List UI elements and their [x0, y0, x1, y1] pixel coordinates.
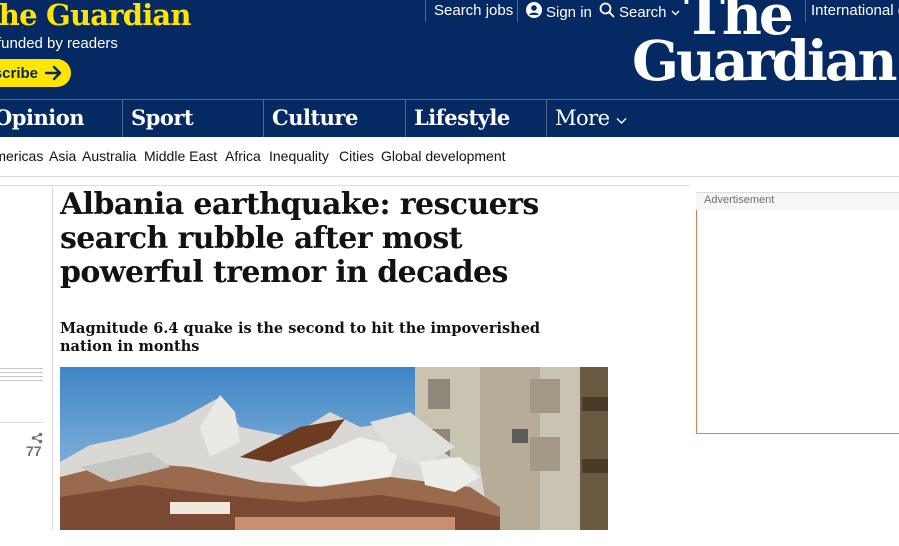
- search-jobs-link[interactable]: Search jobs: [434, 2, 513, 19]
- guardian-logo[interactable]: The Guardian: [632, 0, 898, 93]
- logo-line-2: Guardian: [632, 28, 898, 93]
- subnav-item-africa[interactable]: Africa: [225, 148, 261, 164]
- page-bottom: [0, 530, 899, 546]
- article-main-image[interactable]: [60, 367, 608, 530]
- support-subtitle: funded by readers: [0, 35, 118, 52]
- sign-in-link[interactable]: Sign in: [526, 2, 592, 22]
- search-jobs-label: Search jobs: [434, 2, 514, 19]
- pillar-culture[interactable]: Culture: [272, 100, 358, 138]
- subnav-item-americas[interactable]: Americas: [0, 148, 43, 164]
- subnav-item-global-development[interactable]: Global development: [381, 148, 506, 164]
- sign-in-label: Sign in: [546, 3, 592, 21]
- pillar-lifestyle[interactable]: Lifestyle: [414, 100, 510, 138]
- pillar-divider: [122, 100, 123, 138]
- more-label: More: [555, 106, 610, 130]
- subnav-item-asia[interactable]: Asia: [49, 148, 76, 164]
- subnav-item-cities[interactable]: Cities: [339, 148, 374, 164]
- support-title: The Guardian: [0, 0, 192, 32]
- section-subnav: Americas Asia Australia Middle East Afri…: [0, 137, 899, 175]
- user-icon: [526, 2, 542, 22]
- divider: [0, 422, 43, 423]
- subnav-item-middle-east[interactable]: Middle East: [144, 148, 217, 164]
- divider: [0, 185, 690, 186]
- advertisement-label: Advertisement: [704, 194, 775, 206]
- pillar-divider: [405, 100, 406, 138]
- column-divider: [52, 186, 53, 530]
- more-menu[interactable]: More: [555, 100, 627, 138]
- arrow-right-icon: [43, 62, 65, 84]
- article-standfirst: Magnitude 6.4 quake is the second to hit…: [60, 320, 541, 355]
- pillar-opinion[interactable]: Opinion: [0, 100, 84, 138]
- subnav-item-australia[interactable]: Australia: [82, 148, 136, 164]
- chevron-down-icon: [616, 106, 627, 130]
- pillar-sport[interactable]: Sport: [131, 100, 194, 138]
- toplink-divider: [425, 0, 426, 22]
- share-count: 77: [26, 443, 42, 459]
- divider: [0, 176, 899, 177]
- subscribe-button[interactable]: Subscribe: [0, 59, 71, 87]
- subscribe-label: Subscribe: [0, 64, 38, 82]
- advertisement-slot[interactable]: [696, 210, 899, 434]
- pillar-nav: Opinion Sport Culture Lifestyle More: [0, 99, 899, 138]
- pillar-divider: [546, 100, 547, 138]
- search-icon: [599, 2, 615, 22]
- pillar-divider: [263, 100, 264, 138]
- toplink-divider: [517, 0, 518, 22]
- subnav-item-inequality[interactable]: Inequality: [269, 148, 329, 164]
- masthead: The Guardian funded by readers Subscribe…: [0, 0, 899, 99]
- advertisement-header: Advertisement: [696, 192, 899, 210]
- article-headline: Albania earthquake: rescuers search rubb…: [60, 187, 539, 290]
- share-icon[interactable]: [31, 429, 43, 444]
- meta-rules: [0, 368, 43, 384]
